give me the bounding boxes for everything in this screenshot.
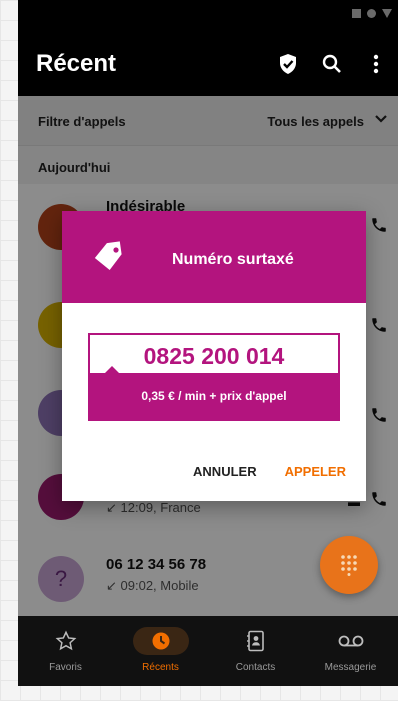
nav-item-recents[interactable]: Récents	[113, 616, 208, 686]
nav-item-contacts[interactable]: Contacts	[208, 616, 303, 686]
battery-icon	[382, 9, 392, 18]
nav-active-indicator	[132, 627, 189, 655]
dialog-actions: ANNULER APPELER	[193, 464, 346, 479]
price-text: 0,35 € / min + prix d'appel	[141, 389, 287, 403]
price-band: 0,35 € / min + prix d'appel	[90, 366, 338, 419]
app-bar: Récent	[18, 30, 398, 96]
dialog-title: Numéro surtaxé	[172, 251, 294, 268]
nav-item-favoris[interactable]: Favoris	[18, 616, 113, 686]
call-button[interactable]: APPELER	[285, 464, 346, 479]
page-title: Récent	[36, 50, 117, 77]
star-icon	[55, 628, 77, 654]
nav-label: Récents	[142, 662, 179, 673]
signal-icon	[352, 9, 361, 18]
more-options-icon[interactable]	[354, 48, 398, 80]
shield-icon[interactable]	[266, 48, 310, 80]
app-bar-actions	[266, 48, 398, 80]
premium-number-box: 0825 200 014 0,35 € / min + prix d'appel	[88, 333, 340, 421]
price-tag-icon	[92, 241, 126, 280]
status-icons	[352, 9, 392, 18]
voicemail-icon	[338, 628, 364, 654]
dialog-header: Numéro surtaxé	[62, 211, 366, 303]
nav-item-messagerie[interactable]: Messagerie	[303, 616, 398, 686]
clock-icon	[132, 627, 189, 655]
wifi-icon	[367, 9, 376, 18]
search-icon[interactable]	[310, 48, 354, 80]
status-bar	[18, 0, 398, 30]
dialpad-button[interactable]	[320, 536, 378, 594]
nav-label: Favoris	[49, 662, 82, 673]
phone-screen: Récent Filtre d'appels Tous les appels A…	[18, 0, 398, 686]
nav-label: Messagerie	[324, 662, 377, 673]
dialpad-icon	[341, 555, 357, 576]
premium-number-dialog: Numéro surtaxé 0825 200 014 0,35 € / min…	[62, 211, 366, 501]
price-notch	[104, 366, 120, 374]
bottom-navigation: Favoris Récents Contacts Messagerie	[18, 616, 398, 686]
contacts-icon	[246, 628, 266, 654]
nav-label: Contacts	[235, 662, 276, 673]
premium-number: 0825 200 014	[143, 343, 285, 369]
cancel-button[interactable]: ANNULER	[193, 464, 257, 479]
